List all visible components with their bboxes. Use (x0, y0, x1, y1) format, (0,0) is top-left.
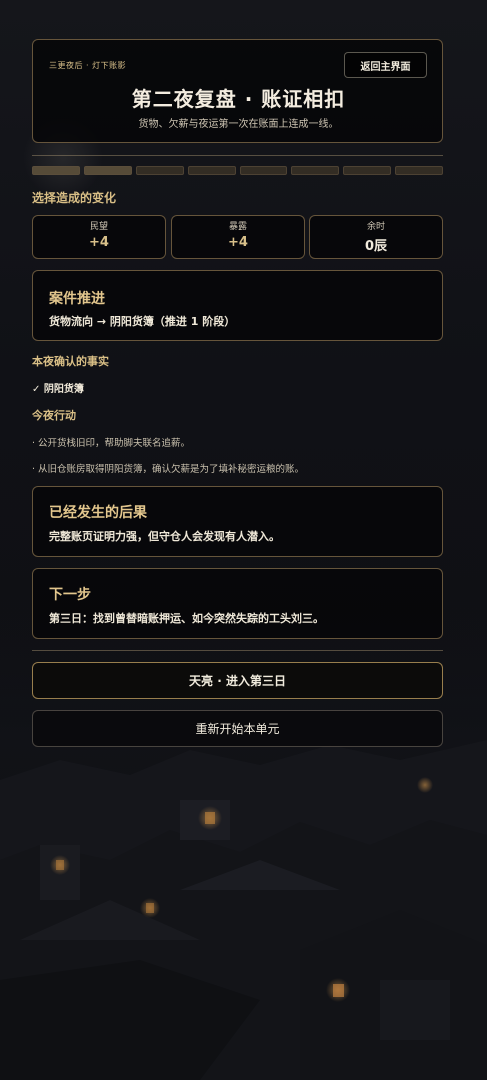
progress-segment (83, 166, 132, 175)
actions-heading: 今夜行动 (32, 409, 76, 422)
page-title: 第二夜复盘 · 账证相扣 (131, 87, 346, 111)
continue-day-three-button[interactable]: 天亮 · 进入第三日 (32, 662, 443, 699)
fact-item: ✓ 阴阳货簿 (32, 384, 84, 395)
progress-segment (395, 166, 443, 175)
restart-unit-button[interactable]: 重新开始本单元 (32, 710, 443, 747)
divider (32, 650, 443, 651)
return-home-button[interactable]: 返回主界面 (344, 52, 427, 78)
night-progress-bar (32, 166, 443, 175)
facts-heading: 本夜确认的事实 (32, 355, 109, 368)
header-kicker: 三更夜后 · 灯下账影 (49, 61, 127, 70)
progress-segment (135, 166, 184, 175)
case-progress-title: 案件推进 (49, 291, 105, 307)
changes-heading: 选择造成的变化 (32, 191, 117, 205)
progress-segment (187, 166, 236, 175)
consequence-card: 已经发生的后果 完整账页证明力强，但守仓人会发现有人潜入。 (32, 486, 443, 557)
progress-segment (343, 166, 392, 175)
next-step-body: 第三日：找到曾替暗账押运、如今突然失踪的工头刘三。 (49, 612, 324, 625)
next-step-card: 下一步 第三日：找到曾替暗账押运、如今突然失踪的工头刘三。 (32, 568, 443, 639)
stat-label: 余时 (366, 222, 385, 232)
progress-segment (239, 166, 288, 175)
stat-value: +4 (89, 235, 109, 250)
stat-exposure: 暴露 +4 (171, 215, 305, 259)
page-subtitle: 货物、欠薪与夜运第一次在账面上连成一线。 (138, 119, 339, 130)
stat-remaining-time: 余时 0辰 (309, 215, 443, 259)
progress-segment (32, 166, 80, 175)
case-progress-card: 案件推进 货物流向 → 阴阳货簿（推进 1 阶段） (32, 270, 443, 341)
progress-segment (291, 166, 340, 175)
next-step-title: 下一步 (49, 587, 91, 603)
divider (32, 155, 443, 156)
stat-value: +4 (228, 235, 248, 250)
header-panel: 三更夜后 · 灯下账影 返回主界面 第二夜复盘 · 账证相扣 货物、欠薪与夜运第… (32, 39, 443, 143)
case-progress-body: 货物流向 → 阴阳货簿（推进 1 阶段） (49, 315, 236, 328)
consequence-body: 完整账页证明力强，但守仓人会发现有人潜入。 (49, 530, 280, 543)
action-item: · 公开货栈旧印，帮助脚夫联名追薪。 (32, 438, 191, 449)
action-item: · 从旧仓账房取得阴阳货簿，确认欠薪是为了填补秘密运粮的账。 (32, 464, 305, 475)
stat-reputation: 民望 +4 (32, 215, 166, 259)
stat-value: 0辰 (364, 239, 388, 254)
stat-label: 暴露 (228, 222, 247, 232)
consequence-title: 已经发生的后果 (49, 505, 147, 521)
stat-label: 民望 (89, 222, 108, 232)
